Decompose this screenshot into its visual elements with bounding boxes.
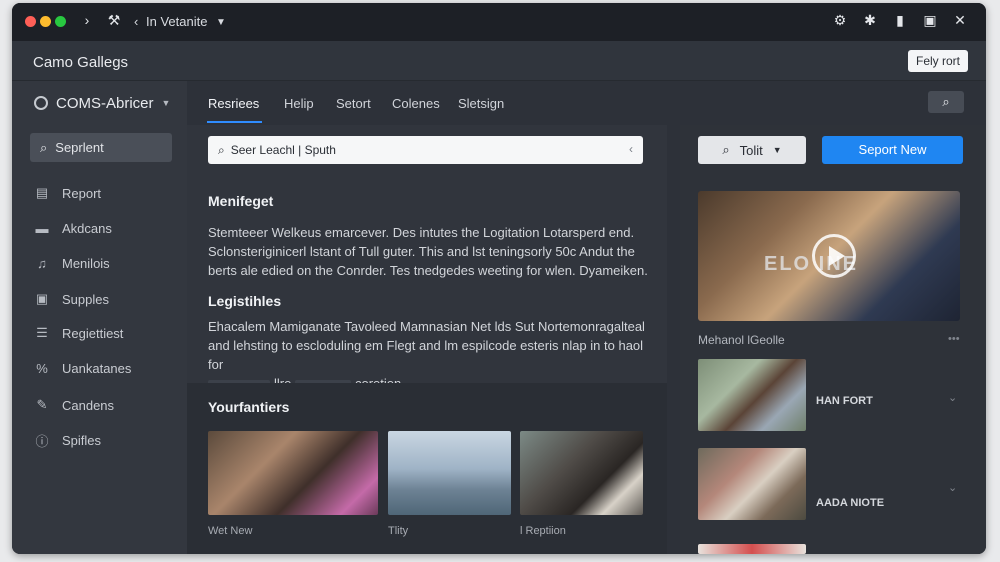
search-icon: ⌕ [218,142,225,157]
back-chevron-icon[interactable]: ‹ [134,14,138,29]
active-tab-indicator [207,121,262,123]
video-player[interactable]: ELO INE [698,191,960,321]
sidebar-item-candens[interactable]: ✎ Candens [34,394,115,416]
extension-icon[interactable]: ⚙ [830,12,850,29]
sidebar: COMS-Abricer ▼ ⌕ Seprlent ▤ Report ▬ Akdca… [12,81,187,554]
window-icon[interactable]: ▣ [920,12,940,29]
sidebar-item-menilois[interactable]: ♫ Menilois [34,252,110,274]
gallery-thumbnail[interactable] [388,431,511,515]
chevron-down-icon: ▼ [772,145,782,155]
sidebar-item-supples[interactable]: ▣ Supples [34,288,109,310]
settings-icon[interactable]: ✱ [860,12,880,29]
sidebar-item-label: Akdcans [62,220,112,236]
content-panel: ⌕ Seer Leachl | Sputh ‹ Menifeget Stemte… [187,125,667,554]
section-line: and lehsting to escloduling em Flegt and… [208,338,644,372]
section-line: Stemteeer Welkeus emarcever. Des intutes… [208,225,635,240]
main-area: Resriees Helip Setort Colenes Sletsign ⌕… [187,81,986,554]
tab-bar: Resriees Helip Setort Colenes Sletsign ⌕ [187,81,986,125]
workspace-name: COMS-Abricer [56,94,154,112]
chevron-down-icon[interactable]: ⌄ [948,391,957,404]
tool-dropdown-label: Tolit [739,142,763,158]
sidebar-item-label: Report [62,185,102,201]
music-icon: ♫ [37,255,47,271]
sidebar-item-akdcans[interactable]: ▬ Akdcans [34,217,112,239]
search-icon: ⌕ [40,139,48,155]
chevron-left-icon[interactable]: ‹ [629,142,633,156]
video-caption: Mehanol lGeolle [698,333,785,347]
section-line: berts ale edied on the Conrder. Tes tned… [208,263,648,278]
tab-sletsign[interactable]: Sletsign [458,96,504,111]
gallery-thumbnail[interactable] [520,431,643,515]
tab-resriees[interactable]: Resriees [208,96,259,111]
media-panel: ⌕ Tolit ▼ Seport New ELO INE Mehanol lGe… [680,125,986,554]
section-title: Legistihles [208,293,282,309]
search-icon: ⌕ [942,94,950,109]
app-title: Camo Gallegs [33,54,129,71]
search-icon: ⌕ [722,142,730,157]
sidebar-item-label: Supples [62,291,109,307]
media-item-thumbnail[interactable] [698,448,806,520]
primary-action-button[interactable]: Seport New [822,136,963,164]
thumbnail-caption: Wet New [208,525,253,537]
thumbnail-caption: Tlity [388,525,409,537]
hammer-icon[interactable]: ⚒ [104,12,124,29]
window-title: In Vetanite [146,14,208,29]
section-body: Stemteeer Welkeus emarcever. Des intutes… [208,223,648,280]
sidebar-item-label: Regiettiest [62,325,124,341]
close-icon[interactable]: ✕ [950,12,970,29]
header-action-button[interactable]: Fely rort [907,50,968,72]
workspace-icon [34,96,48,110]
workspace-switcher[interactable]: COMS-Abricer ▼ [34,93,170,113]
more-icon[interactable]: ••• [948,333,960,345]
minimize-window-button[interactable] [40,16,51,27]
section-title: Menifeget [208,193,274,209]
tab-helip[interactable]: Helip [284,96,314,111]
tab-colenes[interactable]: Colenes [392,96,440,111]
app-window: › ⚒ ‹ In Vetanite ▼ ⚙ ✱ ▮ ▣ ✕ Camo Galle… [12,3,986,554]
close-window-button[interactable] [25,16,36,27]
title-bar: › ⚒ ‹ In Vetanite ▼ ⚙ ✱ ▮ ▣ ✕ [12,3,986,41]
thumbnail-caption: l Reptiion [520,525,566,537]
sidebar-item-regiettiest[interactable]: ☰ Regiettiest [34,322,123,344]
chevron-down-icon: ▼ [161,98,171,108]
media-item-thumbnail[interactable] [698,544,806,554]
section-line: Sclonsteriginicerl lstant of Tull guter.… [208,244,635,259]
sidebar-search-label: Seprlent [55,140,104,155]
sidebar-item-label: Candens [62,397,115,413]
play-icon[interactable] [812,234,856,278]
list-icon: ☰ [36,325,48,340]
content-search-input[interactable]: ⌕ Seer Leachl | Sputh ‹ [208,136,643,164]
sidebar-item-label: Spifles [62,432,102,448]
sidebar-search[interactable]: ⌕ Seprlent [30,133,172,162]
tool-dropdown[interactable]: ⌕ Tolit ▼ [698,136,806,164]
chevron-right-icon[interactable]: › [77,12,97,28]
gallery-title: Yourfantiers [208,399,290,415]
section-body: Ehacalem Mamiganate Tavoleed Mamnasian N… [208,317,648,393]
search-value: Seer Leachl | Sputh [230,143,336,157]
gallery-section: Yourfantiers Wet New Tlity l Reptiion [187,383,667,554]
pen-icon: ✎ [36,397,48,412]
media-item-label: AADA NIOTE [816,497,885,509]
sidebar-item-report[interactable]: ▤ Report [34,182,101,204]
image-icon: ▣ [35,291,49,306]
bookmark-icon[interactable]: ▮ [890,12,910,29]
maximize-window-button[interactable] [55,16,66,27]
tab-setort[interactable]: Setort [336,96,371,111]
sidebar-item-uankatanes[interactable]: % Uankatanes [34,357,131,379]
sidebar-item-spifles[interactable]: ⓘ Spifles [34,429,101,451]
report-icon: ▤ [35,185,49,200]
folder-icon: ▬ [35,220,49,236]
app-header: Camo Gallegs Fely rort [12,41,986,81]
percent-icon: % [36,360,48,376]
chevron-down-icon[interactable]: ⌄ [948,481,957,494]
media-item-thumbnail[interactable] [698,359,806,431]
chevron-down-icon[interactable]: ▼ [216,17,226,28]
sidebar-item-label: Menilois [62,255,110,271]
section-line: Ehacalem Mamiganate Tavoleed Mamnasian N… [208,319,645,334]
sidebar-item-label: Uankatanes [62,360,132,376]
info-icon: ⓘ [35,433,49,449]
media-item-label: HAN FORT [816,395,873,407]
search-button[interactable]: ⌕ [928,91,964,113]
gallery-thumbnail[interactable] [208,431,378,515]
